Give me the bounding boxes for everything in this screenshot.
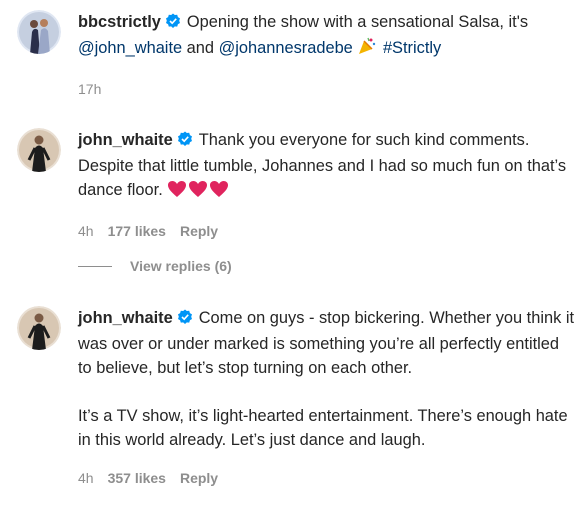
comment-time[interactable]: 17h [78, 81, 101, 97]
party-popper-icon [357, 36, 377, 63]
username[interactable]: bbcstrictly [78, 13, 161, 31]
verified-badge-icon [165, 12, 181, 36]
comment-time[interactable]: 4h [78, 223, 94, 239]
view-replies-label: View replies (6) [130, 258, 232, 274]
avatar[interactable] [17, 10, 61, 54]
likes-count[interactable]: 357 likes [108, 470, 166, 486]
avatar[interactable] [17, 306, 61, 350]
verified-badge-icon [177, 130, 193, 154]
comment-meta: 4h 357 likes Reply [78, 470, 576, 486]
comment-text: john_whaite Come on guys - stop bickering… [78, 306, 576, 380]
avatar[interactable] [17, 128, 61, 172]
comment-meta: 17h [78, 81, 576, 97]
avatar-john-whaite-image [17, 128, 61, 172]
red-heart-icon [167, 180, 187, 205]
comment-body: john_whaite Come on guys - stop bickering… [78, 306, 576, 486]
red-heart-icon [188, 180, 208, 205]
comment-meta: 4h 177 likes Reply [78, 223, 576, 239]
avatar-john-whaite-image [17, 306, 61, 350]
mention-link[interactable]: @johannesradebe [219, 39, 353, 57]
verified-badge-icon [177, 308, 193, 332]
comment-text-part: Opening the show with a sensational Sals… [186, 13, 529, 31]
mention-link[interactable]: @john_whaite [78, 39, 182, 57]
likes-count[interactable]: 177 likes [108, 223, 166, 239]
red-heart-icon [209, 180, 229, 205]
hashtag-link[interactable]: #Strictly [383, 39, 441, 57]
view-replies-button[interactable]: View replies (6) [78, 258, 232, 274]
username[interactable]: john_whaite [78, 131, 173, 149]
comment-text-paragraph-2: It’s a TV show, it’s light-hearted enter… [78, 407, 568, 449]
avatar-bbcstrictly-image [17, 10, 61, 54]
comment-time[interactable]: 4h [78, 470, 94, 486]
username[interactable]: john_whaite [78, 309, 173, 327]
reply-button[interactable]: Reply [180, 470, 218, 486]
comment-text: john_whaite Thank you everyone for such k… [78, 128, 576, 205]
reply-button[interactable]: Reply [180, 223, 218, 239]
comment-body: john_whaite Thank you everyone for such k… [78, 128, 576, 239]
view-replies-divider [78, 265, 112, 267]
conjunction-text: and [182, 39, 219, 57]
comment-body: bbcstrictly Opening the show with a sensa… [78, 10, 576, 97]
comment-text: bbcstrictly Opening the show with a sensa… [78, 10, 576, 63]
